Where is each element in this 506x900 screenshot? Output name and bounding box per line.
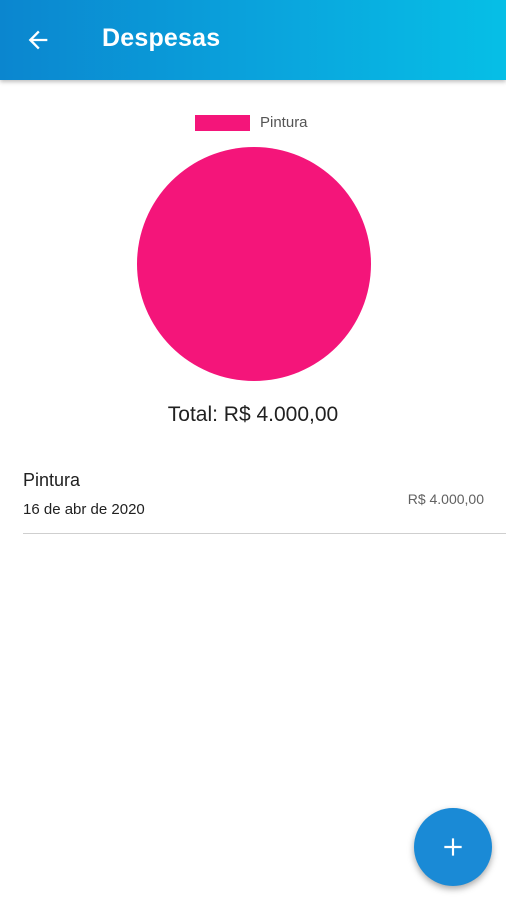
legend-swatch [195,114,250,131]
pie-slice-pintura [137,147,371,381]
arrow-left-icon [28,30,48,50]
page-title: Despesas [102,24,221,52]
expense-list: Pintura 16 de abr de 2020 R$ 4.000,00 [0,455,506,534]
app-bar: Despesas [0,0,506,80]
back-button[interactable] [18,20,58,60]
expense-name: Pintura [23,470,81,490]
total-label: Total: R$ 4.000,00 [167,403,339,426]
add-expense-button[interactable] [414,808,492,886]
pie-svg [137,147,371,381]
expense-value: R$ 4.000,00 [407,491,484,507]
plus-icon [444,838,462,856]
expense-pie-chart: Pintura [0,100,506,400]
expense-date: 16 de abr de 2020 [23,501,145,518]
legend-label: Pintura [260,114,308,131]
chart-legend: Pintura [195,114,308,131]
list-item[interactable]: Pintura 16 de abr de 2020 R$ 4.000,00 [23,455,506,534]
